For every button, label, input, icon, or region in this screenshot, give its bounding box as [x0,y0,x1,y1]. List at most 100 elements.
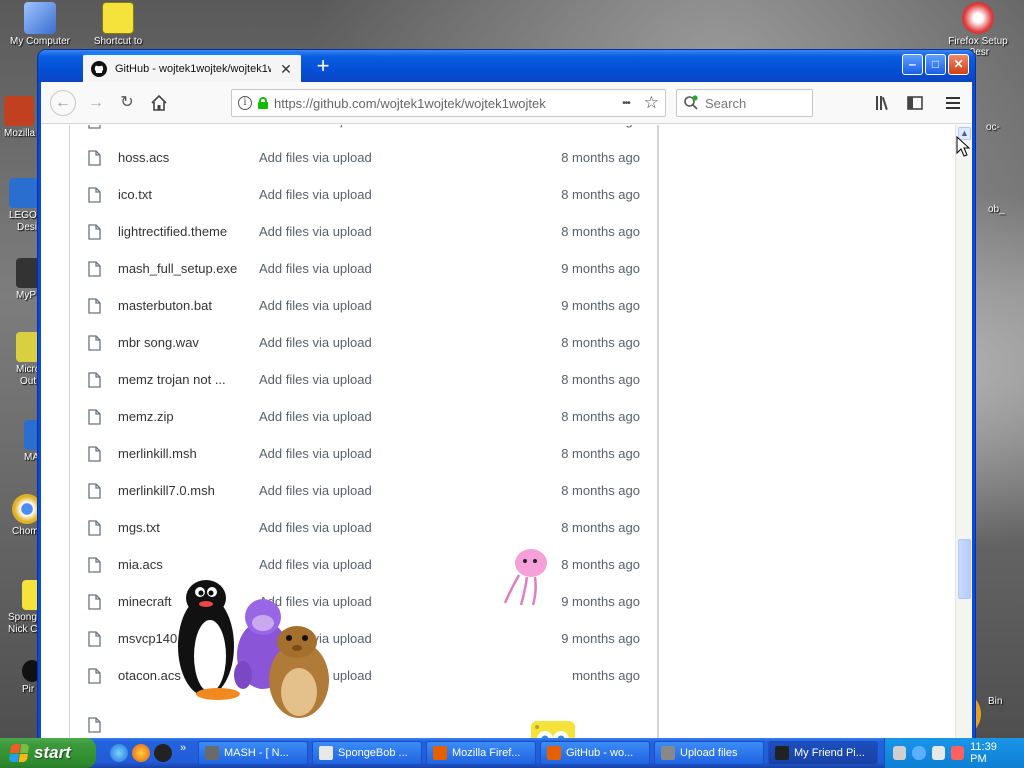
task-label: SpongeBob ... [338,747,408,759]
url-text[interactable]: https://github.com/wojtek1wojtek/wojtek1… [274,96,616,111]
minimize-button[interactable]: ‒ [902,54,923,75]
home-button[interactable] [147,91,171,115]
desktop-icon-oc[interactable]: oc- [986,122,1000,134]
commit-message-link[interactable]: Add files via upload [259,483,372,498]
bookmark-star-icon[interactable]: ☆ [644,93,659,113]
back-button[interactable]: ← [50,90,76,116]
file-name-link[interactable]: mash_full_setup.exe [118,261,243,276]
file-icon [88,334,101,351]
file-name-link[interactable]: masterbuton.bat [118,298,243,313]
file-row: mbr song.wav Add files via upload 8 months… [70,324,658,361]
tab-github[interactable]: GitHub - wojtek1wojtek/wojtek1w ✕ [83,53,301,82]
firefox-quicklaunch-icon[interactable] [132,744,150,762]
file-name-link[interactable]: merlinkill.msh [118,446,243,461]
file-name-link[interactable]: memz.zip [118,409,243,424]
library-button[interactable] [872,91,896,115]
keyboard-icon[interactable] [893,746,907,760]
commit-age: 8 months ago [561,483,640,498]
file-icon [88,482,101,499]
commit-age: 9 months ago [561,261,640,276]
scroll-thumb[interactable] [958,539,971,599]
new-tab-button[interactable]: + [311,55,335,79]
taskbar-task[interactable]: SpongeBob ... [312,741,422,765]
file-row: lightrectified.theme Add files via upload… [70,213,658,250]
desktop-icon-lego[interactable]: LEGO Desi [9,178,39,234]
desktop-icon-ob[interactable]: ob_ [988,204,1005,216]
volume-icon[interactable] [931,746,945,760]
file-name-link[interactable]: mbr song.wav [118,335,243,350]
commit-message-link[interactable]: Add files via upload [259,372,372,387]
commit-age: 8 months ago [561,372,640,387]
quicklaunch-expand-icon[interactable]: » [180,742,186,754]
file-name-link[interactable]: merlinkill7.0.msh [118,483,243,498]
commit-age: 9 months ago [561,298,640,313]
info-icon[interactable]: i [238,96,252,110]
github-icon [91,60,107,77]
file-row: merlinkill7.0.msh Add files via upload 8 m… [70,472,658,509]
page-actions-button[interactable]: ••• [622,98,630,109]
taskbar-task[interactable]: MASH - [ N... [198,741,308,765]
task-app-icon [319,746,333,760]
file-icon [88,667,101,684]
commit-message-link[interactable]: Add files via upload [259,520,372,535]
commit-message-link[interactable]: Add files via upload [259,187,372,202]
desktop-icon-label: MyP [16,290,36,301]
taskbar-task[interactable]: Mozilla Firef... [426,741,536,765]
desktop-icon-mozilla[interactable]: Mozilla [4,96,35,140]
file-name-link[interactable]: hoss.acs [118,150,243,165]
commit-message-link[interactable]: Add files via upload [259,125,372,128]
network-icon[interactable] [912,746,926,760]
file-name-link[interactable]: hl2.exe [118,125,243,128]
file-icon [88,297,101,314]
system-tray: 11:39 PM [884,738,1024,768]
commit-message-link[interactable]: Add files via upload [259,409,372,424]
ie-icon[interactable] [110,744,128,762]
desktop-icon-label: Bin [988,696,1003,707]
commit-message-link[interactable]: Add files via upload [259,261,372,276]
commit-message-link[interactable]: Add files via upload [259,557,372,572]
sidebar-button[interactable] [903,91,927,115]
url-bar[interactable]: i https://github.com/wojtek1wojtek/wojte… [231,89,666,117]
tab-close-button[interactable]: ✕ [279,62,293,76]
commit-message-link[interactable]: Add files via upload [259,446,372,461]
reload-icon: ↻ [120,94,134,111]
commit-message-link[interactable]: Add files via upload [259,298,372,313]
start-button[interactable]: start [0,738,96,768]
file-name-link[interactable]: mgs.txt [118,520,243,535]
file-row: msvcp140.vbsAdd files via upload9 months… [70,620,658,657]
home-icon [151,94,167,111]
vertical-scrollbar[interactable]: ▲ [955,125,972,738]
desktop-icon-shortcut[interactable]: Shortcut to [78,2,158,47]
file-name-link[interactable]: lightrectified.theme [118,224,243,239]
desktop-icon-my-computer[interactable]: My Computer [0,2,80,47]
desktop-icon-recycle-bin[interactable]: Bin [988,696,1002,708]
computer-icon [24,2,56,34]
title-bar[interactable]: GitHub - wojtek1wojtek/wojtek1w ✕ + ‒ □ … [38,50,975,82]
commit-message-link[interactable]: Add files via upload [259,224,372,239]
tray-app-icon[interactable] [950,746,965,760]
file-name-link[interactable]: mia.acs [118,557,243,572]
file-row: masterbuton.bat Add files via upload 9 mon… [70,287,658,324]
taskbar-task[interactable]: Upload files [654,741,764,765]
close-button[interactable]: ✕ [948,54,969,75]
windows-flag-icon [8,744,30,762]
quicklaunch-app-icon[interactable] [154,744,172,762]
file-name-link[interactable]: memz trojan not ... [118,372,243,387]
lego-icon [9,178,39,208]
forward-button[interactable]: → [84,91,108,115]
file-name-link[interactable]: ico.txt [118,187,243,202]
commit-message-link[interactable]: Add files via upload [259,335,372,350]
commit-message-link[interactable]: Add files via upload [259,150,372,165]
taskbar-task[interactable]: My Friend Pi... [768,741,878,765]
commit-age: months ago [572,668,640,683]
file-row: minecraft Add files via upload 9 months ag… [70,583,658,620]
start-label: start [34,743,71,762]
reload-button[interactable]: ↻ [115,91,139,115]
maximize-button[interactable]: □ [925,54,946,75]
menu-button[interactable] [941,91,965,115]
spongebob-icon [102,2,134,34]
clock[interactable]: 11:39 PM [970,741,1024,765]
taskbar-task[interactable]: GitHub - wo... [540,741,650,765]
search-bar[interactable]: Search [676,89,813,117]
task-app-icon [775,746,789,760]
